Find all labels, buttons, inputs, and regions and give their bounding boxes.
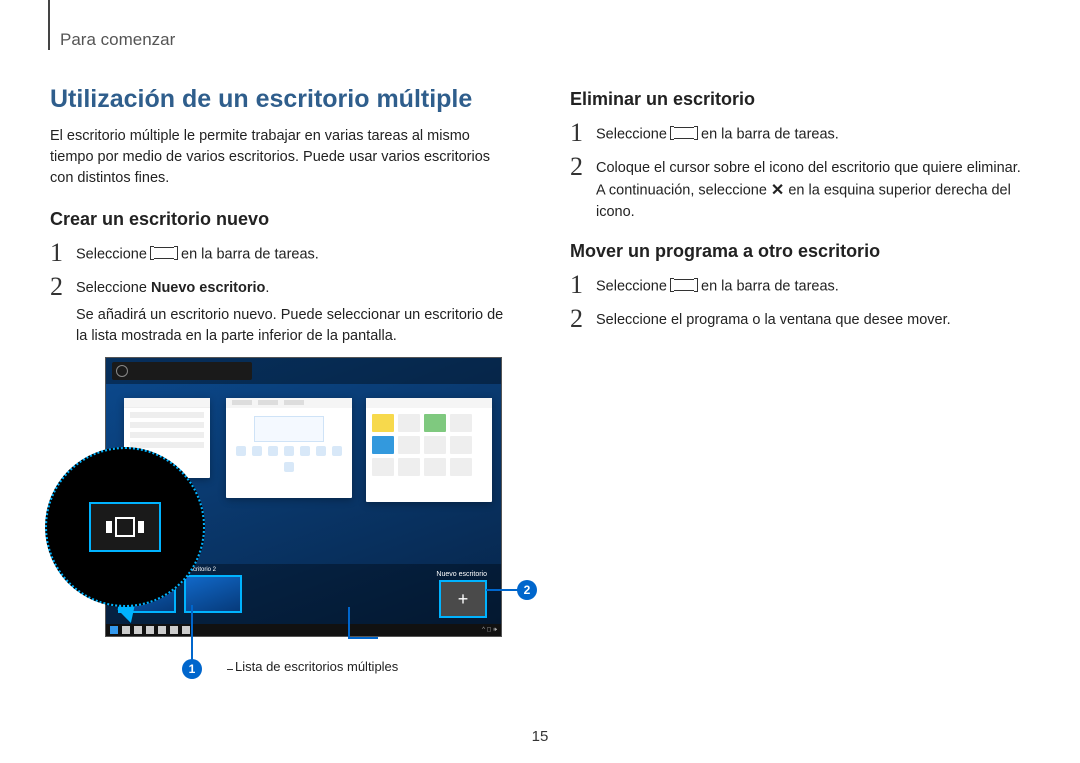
caption-leader xyxy=(227,669,233,670)
step-number: 1 xyxy=(570,120,596,146)
task-view-icon-large xyxy=(104,513,146,541)
step-number: 1 xyxy=(570,272,596,298)
step-1: 1 Seleccione en la barra de tareas. xyxy=(570,122,1030,146)
text: en la barra de tareas. xyxy=(701,279,839,295)
left-column: Utilización de un escritorio múltiple El… xyxy=(50,85,510,637)
task-view-icon xyxy=(673,124,695,145)
right-column: Eliminar un escritorio 1 Seleccione en l… xyxy=(570,85,1030,637)
figure-caption: Lista de escritorios múltiples xyxy=(235,659,398,674)
step-body: Seleccione en la barra de tareas. xyxy=(76,242,319,265)
step-2: 2 Seleccione Nuevo escritorio. Se añadir… xyxy=(50,276,510,347)
magnifier-inner xyxy=(89,502,161,552)
intro-paragraph: El escritorio múltiple le permite trabaj… xyxy=(50,126,510,189)
step-number: 1 xyxy=(50,240,76,266)
callout-line xyxy=(191,605,193,663)
step-body: Seleccione en la barra de tareas. xyxy=(596,274,839,297)
content-columns: Utilización de un escritorio múltiple El… xyxy=(50,85,1030,637)
task-view-icon xyxy=(673,276,695,297)
new-desktop-button: + xyxy=(439,580,487,618)
task-view-icon xyxy=(153,244,175,265)
step-1: 1 Seleccione en la barra de tareas. xyxy=(570,274,1030,298)
callout-badge-1: 1 xyxy=(182,659,202,679)
step-body: Seleccione el programa o la ventana que … xyxy=(596,308,951,331)
text: Seleccione xyxy=(596,126,671,142)
mock-taskbar: ^ ◻ 🕪 xyxy=(106,624,501,636)
new-desk-label: Nuevo escritorio xyxy=(436,571,487,578)
step-number: 2 xyxy=(570,154,596,180)
section-title: Utilización de un escritorio múltiple xyxy=(50,85,510,114)
text: en la barra de tareas. xyxy=(181,246,319,262)
subheading-delete: Eliminar un escritorio xyxy=(570,89,1030,110)
step-body: Seleccione en la barra de tareas. xyxy=(596,122,839,145)
step-body: Coloque el cursor sobre el icono del esc… xyxy=(596,156,1030,223)
header-rule xyxy=(48,0,50,50)
step-1: 1 Seleccione en la barra de tareas. xyxy=(50,242,510,266)
step-2: 2 Coloque el cursor sobre el icono del e… xyxy=(570,156,1030,223)
page-number: 15 xyxy=(532,728,549,745)
search-pill xyxy=(112,362,252,380)
text: . xyxy=(265,280,269,296)
step-2: 2 Seleccione el programa o la ventana qu… xyxy=(570,308,1030,332)
mock-window xyxy=(366,398,492,502)
figure: Escritorio 1 Escritorio 2 Nuevo escritor… xyxy=(105,357,505,637)
subheading-create: Crear un escritorio nuevo xyxy=(50,209,510,230)
callout-badge-2: 2 xyxy=(517,580,537,600)
mock-topbar xyxy=(106,358,501,384)
text: Se añadirá un escritorio nuevo. Puede se… xyxy=(76,307,503,344)
bold-text: Nuevo escritorio xyxy=(151,280,265,296)
breadcrumb: Para comenzar xyxy=(60,30,175,50)
subheading-move: Mover un programa a otro escritorio xyxy=(570,241,1030,262)
callout-line xyxy=(486,589,518,591)
step-number: 2 xyxy=(570,306,596,332)
text: Seleccione el programa o la ventana que … xyxy=(596,312,951,328)
step-number: 2 xyxy=(50,274,76,300)
close-icon: ✕ xyxy=(771,179,784,202)
text: Seleccione xyxy=(76,280,151,296)
text: Seleccione xyxy=(76,246,151,262)
step-body: Seleccione Nuevo escritorio. Se añadirá … xyxy=(76,276,510,347)
text: Seleccione xyxy=(596,279,671,295)
callout-line xyxy=(348,607,350,637)
callout-line xyxy=(348,637,378,639)
text: en la barra de tareas. xyxy=(701,126,839,142)
mock-window xyxy=(226,398,352,498)
magnifier-callout xyxy=(45,447,205,607)
